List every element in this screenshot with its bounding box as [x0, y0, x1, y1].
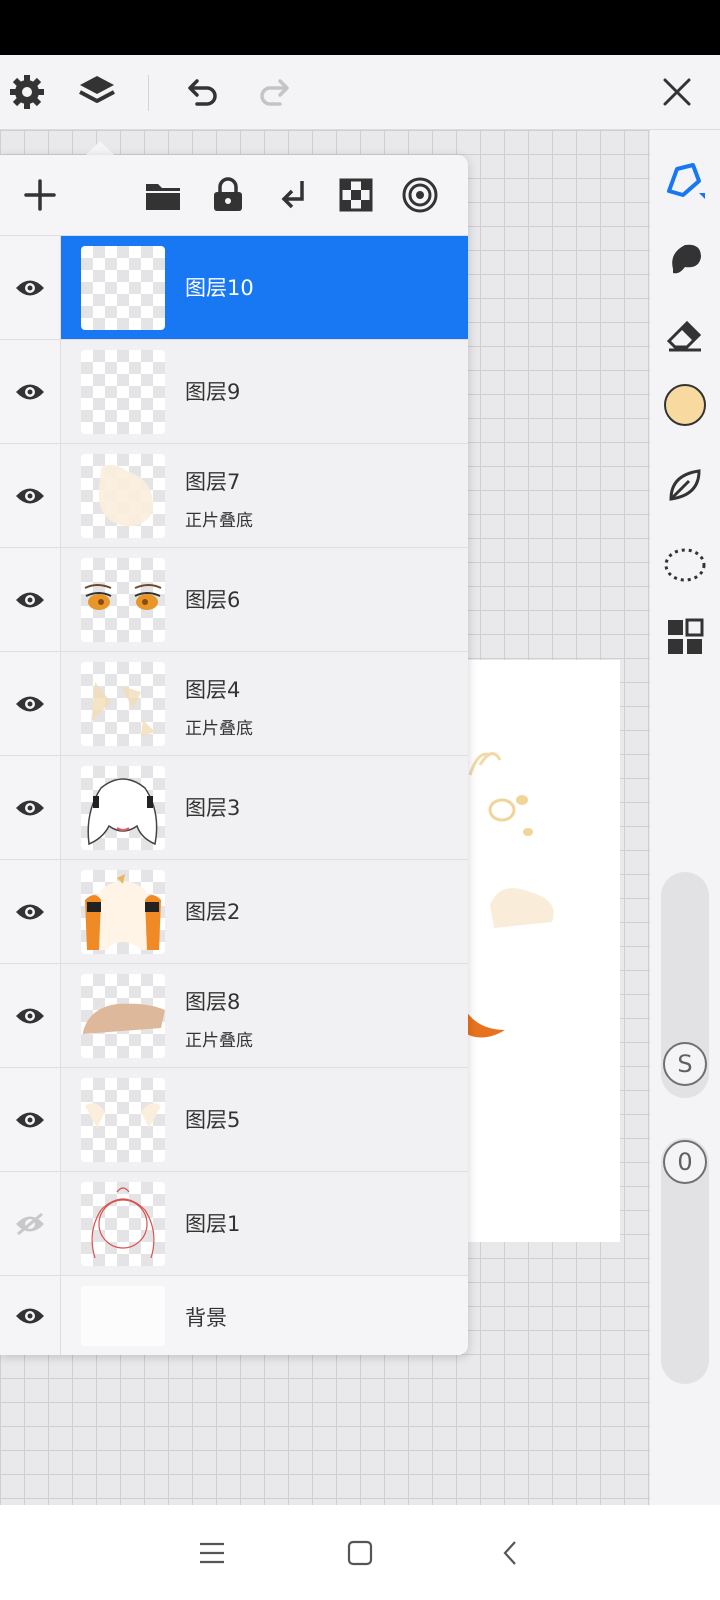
layers-panel: 图层10 图层9 图层7 正片叠底 图层6 图层4 正片叠底 图层3 图层2 图… [0, 155, 468, 1355]
leaf-icon[interactable] [660, 460, 710, 510]
pen-icon[interactable] [660, 154, 710, 204]
back-icon[interactable] [490, 1533, 530, 1573]
grid-icon[interactable] [660, 612, 710, 662]
opacity-knob[interactable]: 0 [663, 1140, 707, 1184]
layer-row[interactable]: 图层5 [0, 1067, 468, 1171]
layer-body[interactable]: 图层6 [61, 548, 468, 651]
layer-thumbnail [81, 1286, 165, 1346]
lock-icon[interactable] [203, 170, 253, 220]
layer-body[interactable]: 图层5 [61, 1068, 468, 1171]
layer-thumbnail [81, 1182, 165, 1266]
redo-icon[interactable] [251, 67, 301, 117]
layer-thumbnail [81, 454, 165, 538]
brush-size-knob[interactable]: S [663, 1042, 707, 1086]
layer-row[interactable]: 图层6 [0, 547, 468, 651]
smudge-icon[interactable] [660, 234, 710, 284]
layer-name: 背景 [185, 1306, 227, 1330]
layer-thumbnail [81, 246, 165, 330]
layer-body[interactable]: 图层9 [61, 340, 468, 443]
eye-icon[interactable] [0, 756, 61, 859]
menu-icon[interactable] [192, 1533, 232, 1573]
layer-thumbnail [81, 1078, 165, 1162]
lasso-icon[interactable] [660, 540, 710, 590]
eye-icon[interactable] [0, 340, 61, 443]
layer-body[interactable]: 图层10 [61, 236, 468, 339]
home-icon[interactable] [340, 1533, 380, 1573]
layer-thumbnail [81, 350, 165, 434]
layer-name: 图层3 [185, 796, 241, 820]
eye-icon[interactable] [0, 860, 61, 963]
layer-row-background[interactable]: 背景 [0, 1275, 468, 1355]
eye-icon[interactable] [0, 1276, 61, 1355]
layer-row[interactable]: 图层10 [0, 235, 468, 339]
layer-name: 图层2 [185, 900, 241, 924]
layer-row[interactable]: 图层4 正片叠底 [0, 651, 468, 755]
toolbar-divider [148, 75, 149, 111]
layer-list: 图层10 图层9 图层7 正片叠底 图层6 图层4 正片叠底 图层3 图层2 图… [0, 235, 468, 1355]
layer-row[interactable]: 图层1 [0, 1171, 468, 1275]
layer-row[interactable]: 图层9 [0, 339, 468, 443]
eye-hidden-icon[interactable] [0, 1172, 61, 1275]
layer-name: 图层8 [185, 990, 241, 1014]
layer-thumbnail [81, 870, 165, 954]
layer-blend-mode: 正片叠底 [185, 1031, 253, 1051]
undo-icon[interactable] [176, 67, 226, 117]
layer-thumbnail [81, 766, 165, 850]
layer-name: 图层9 [185, 380, 241, 404]
layer-row[interactable]: 图层8 正片叠底 [0, 963, 468, 1067]
layer-row[interactable]: 图层3 [0, 755, 468, 859]
add-layer-icon[interactable] [15, 170, 65, 220]
layer-thumbnail [81, 662, 165, 746]
layer-body[interactable]: 图层1 [61, 1172, 468, 1275]
layer-row[interactable]: 图层2 [0, 859, 468, 963]
layer-thumbnail [81, 974, 165, 1058]
eye-icon[interactable] [0, 1068, 61, 1171]
panel-caret [86, 141, 114, 155]
layer-toolbar [0, 155, 468, 235]
layer-name: 图层10 [185, 276, 254, 300]
eye-icon[interactable] [0, 652, 61, 755]
top-toolbar [0, 55, 720, 130]
close-icon[interactable] [652, 67, 702, 117]
eye-icon[interactable] [0, 444, 61, 547]
folder-icon[interactable] [138, 170, 188, 220]
eye-icon[interactable] [0, 236, 61, 339]
layers-icon[interactable] [72, 67, 122, 117]
status-bar [0, 0, 720, 55]
layer-body[interactable]: 图层3 [61, 756, 468, 859]
opacity-slider[interactable]: 0 [661, 1138, 709, 1384]
merge-down-icon[interactable] [268, 170, 318, 220]
layer-name: 图层5 [185, 1108, 241, 1132]
gear-icon[interactable] [2, 67, 52, 117]
layer-name: 图层4 [185, 678, 241, 702]
layer-body[interactable]: 图层8 正片叠底 [61, 964, 468, 1067]
layer-row[interactable]: 图层7 正片叠底 [0, 443, 468, 547]
eye-icon[interactable] [0, 548, 61, 651]
right-toolbar: S 0 [650, 130, 720, 1505]
layer-body[interactable]: 图层7 正片叠底 [61, 444, 468, 547]
layer-body[interactable]: 图层2 [61, 860, 468, 963]
layer-body[interactable]: 图层4 正片叠底 [61, 652, 468, 755]
color-swatch[interactable] [660, 380, 710, 430]
brush-size-slider[interactable]: S [661, 872, 709, 1098]
system-nav-bar [0, 1505, 720, 1600]
layer-blend-mode: 正片叠底 [185, 719, 253, 739]
layer-blend-mode: 正片叠底 [185, 511, 253, 531]
layer-name: 图层6 [185, 588, 241, 612]
layer-thumbnail [81, 558, 165, 642]
reference-icon[interactable] [395, 170, 445, 220]
layer-body[interactable]: 背景 [61, 1276, 468, 1355]
eye-icon[interactable] [0, 964, 61, 1067]
layer-name: 图层1 [185, 1212, 241, 1236]
layer-name: 图层7 [185, 470, 241, 494]
checker-icon[interactable] [331, 170, 381, 220]
eraser-icon[interactable] [660, 310, 710, 360]
